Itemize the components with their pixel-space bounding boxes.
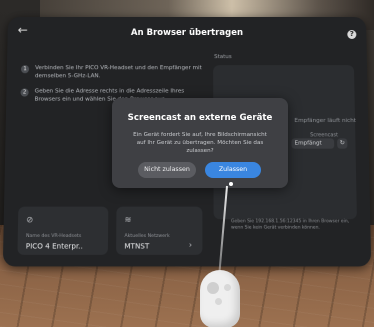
vr-environment: ← An Browser übertragen ? 1 Verbinden Si… (0, 0, 374, 327)
headset-name-card: ⊘ Name des VR-Headsets PICO 4 Enterpr.. (17, 206, 109, 255)
vr-controller (200, 270, 240, 327)
refresh-icon[interactable]: ↻ (337, 138, 348, 149)
card-label: Name des VR-Headsets (25, 233, 82, 240)
step-text: Verbinden Sie Ihr PICO VR-Headset und de… (34, 65, 202, 79)
pointer-cursor (229, 182, 233, 186)
headset-icon: ⊘ (26, 214, 34, 225)
card-value: MTNST (124, 242, 150, 251)
chevron-right-icon: › (188, 240, 193, 250)
dialog-message: Ein Gerät fordert Sie auf, Ihre Bildschi… (133, 132, 267, 154)
wifi-icon: ≋ (124, 214, 132, 225)
dialog-title: Screencast an externe Geräte (127, 113, 273, 123)
step-number: 2 (20, 88, 29, 97)
joystick-icon (207, 282, 219, 294)
status-text: Empfänger läuft nicht (294, 117, 357, 125)
panel-header: ← An Browser übertragen ? (7, 17, 366, 47)
card-label: Aktuelles Netzwerk (124, 233, 170, 240)
status-label: Status (214, 54, 232, 61)
card-value: PICO 4 Enterpr.. (25, 242, 83, 251)
screencast-dialog: Screencast an externe Geräte Ein Gerät f… (112, 98, 288, 188)
controller-button-icon (224, 284, 231, 291)
controller-button-icon (215, 298, 222, 305)
receiver-select[interactable]: Empfängt (291, 138, 335, 149)
status-note: Geben Sie 192.168.1.56:12345 in Ihren Br… (231, 219, 350, 231)
instruction-step: 1 Verbinden Sie Ihr PICO VR-Headset und … (20, 65, 202, 80)
allow-button[interactable]: Zulassen (205, 162, 261, 178)
deny-button[interactable]: Nicht zulassen (138, 162, 196, 178)
help-icon[interactable]: ? (347, 29, 357, 40)
step-number: 1 (20, 65, 30, 74)
panel-title: An Browser übertragen (130, 27, 244, 39)
network-card[interactable]: ≋ Aktuelles Netzwerk MTNST › (116, 206, 203, 255)
